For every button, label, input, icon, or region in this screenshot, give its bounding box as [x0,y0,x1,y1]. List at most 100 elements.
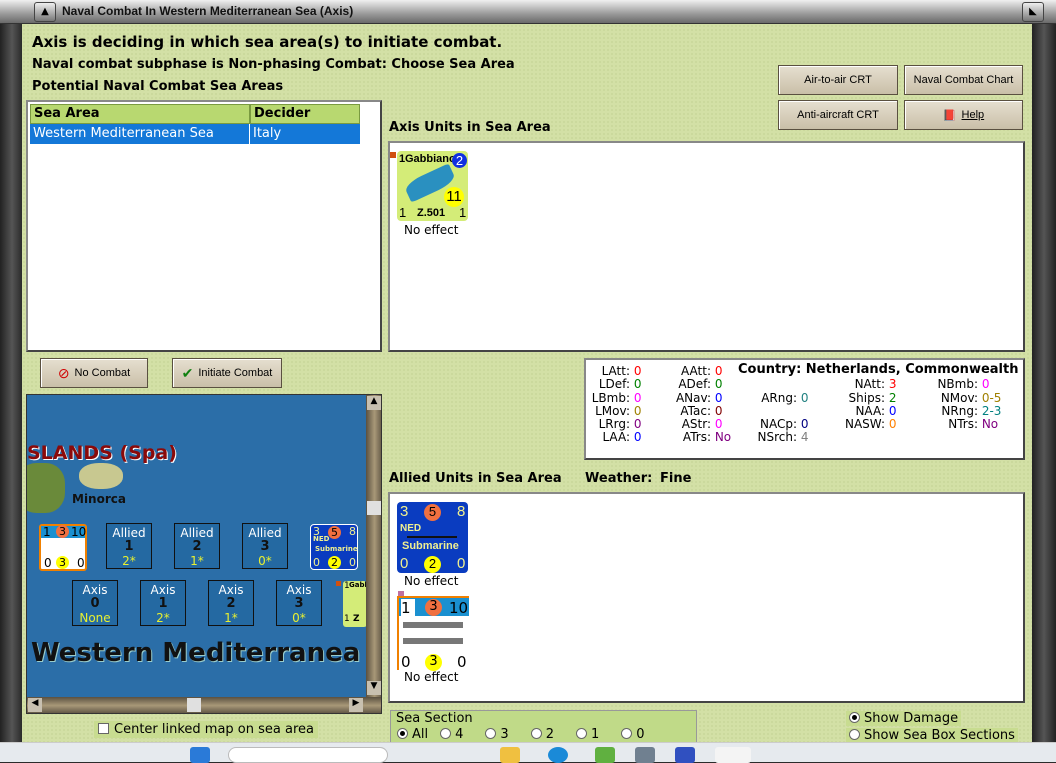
stat-nrng: NRng: 2-3 [918,404,1001,418]
axis-sea-box-2[interactable]: Axis 2 1* [208,580,254,626]
potential-areas-heading: Potential Naval Combat Sea Areas [32,79,284,94]
radio-label: 3 [500,727,509,742]
stat-latt: LAtt: 0 [570,364,642,378]
air-to-air-crt-button[interactable]: Air-to-air CRT [778,65,898,95]
search-box[interactable] [228,747,388,763]
map-counter-plane[interactable]: 1 Gabb 1 Z [343,581,367,627]
box-side: Allied [112,526,146,540]
scroll-right-arrow-icon[interactable]: ▶ [349,698,363,712]
stat-label: NMov: [940,391,978,405]
show-damage-radio[interactable]: Show Damage [846,711,962,726]
naval-combat-chart-button[interactable]: Naval Combat Chart [904,65,1023,95]
country-label: Country: Netherlands, Commonwealth [738,362,1019,377]
unit-type: Z.501 [417,207,446,219]
calculator-icon[interactable] [635,747,655,763]
map-region-label: SLANDS (Spa) [27,442,177,464]
axis-sea-box-0[interactable]: Axis 0 None [72,580,118,626]
start-icon[interactable] [190,747,210,763]
minimize-button[interactable]: ▲ [34,2,56,22]
stat-value: 0 [888,417,897,431]
map-horizontal-scrollbar[interactable]: ◀ ▶ [27,697,381,713]
column-header-decider[interactable]: Decider [250,104,360,124]
allied-sea-box-2[interactable]: Allied 2 1* [174,523,220,569]
checkbox-label: Center linked map on sea area [114,722,314,737]
stat-label: ADef: [678,377,711,391]
window-close-button[interactable]: ◣ [1022,2,1044,22]
radio-button[interactable] [397,728,408,739]
scroll-down-arrow-icon[interactable]: ▼ [367,681,381,695]
subphase-text: Naval combat subphase is Non-phasing Com… [32,57,515,72]
unit-attack: 1 [401,599,415,617]
active-app-icon[interactable] [715,747,751,763]
file-explorer-icon[interactable] [500,747,520,763]
scroll-left-arrow-icon[interactable]: ◀ [28,698,42,712]
unit-movement: 2 [424,556,441,573]
center-linked-map-checkbox[interactable]: Center linked map on sea area [94,721,318,738]
edge-icon[interactable] [548,747,568,763]
allied-sea-box-1[interactable]: Allied 1 2* [106,523,152,569]
stat-astr: AStr: 0 [651,417,723,431]
app-icon[interactable] [595,747,615,763]
initiate-combat-button[interactable]: ✔ Initiate Combat [172,358,282,388]
stat-nbmb: NBmb: 0 [918,377,989,391]
window-frame-right [1032,24,1056,742]
no-combat-button[interactable]: ⊘ No Combat [40,358,148,388]
sea-section-radio-2[interactable]: 2 [530,727,554,742]
counter-value: 1 [344,614,350,624]
sea-section-radio-all[interactable]: All [397,727,428,742]
sea-section-radio-3[interactable]: 3 [485,727,509,742]
box-number: 2 [192,539,202,554]
horizontal-scroll-thumb[interactable] [187,698,201,712]
sea-section-radio-4[interactable]: 4 [440,727,463,742]
stat-label: LAA: [602,430,630,444]
scroll-up-arrow-icon[interactable]: ▲ [367,396,381,410]
sea-section-radio-1[interactable]: 1 [575,727,599,742]
stat-label: NSrch: [757,430,797,444]
stat-value: 0 [633,377,642,391]
stat-value: 0 [633,391,642,405]
stat-value: 0 [714,417,723,431]
stat-value: 0-5 [981,391,1002,405]
weather-value: Fine [660,471,692,486]
stat-lmov: LMov: 0 [570,404,641,418]
unit-marker [390,152,396,158]
checkbox-box[interactable] [98,723,109,734]
radio-button[interactable] [621,728,633,739]
map-counter-ships[interactable]: 1 3 10 0 3 0 [39,524,87,571]
title-bar: ▲ Naval Combat In Western Mediterranean … [0,0,1056,24]
axis-sea-box-3[interactable]: Axis 3 0* [276,580,322,626]
anti-aircraft-crt-button[interactable]: Anti-aircraft CRT [778,100,898,130]
unit-range: 10 [449,599,469,617]
radio-button[interactable] [575,728,587,739]
island-shape [27,463,65,513]
axis-unit-counter-gabbiano[interactable]: 1 Gabbiano 2 11 1 Z.501 1 [397,151,468,221]
stat-ships: Ships: 2 [825,391,897,405]
no-entry-icon: ⊘ [57,364,70,381]
radio-button[interactable] [440,728,452,739]
map-counter-submarine[interactable]: 3 5 8 NED Submarine 0 2 0 [310,524,358,570]
stat-adef: ADef: 0 [651,377,722,391]
stat-label: Ships: [848,391,885,405]
counter-value: 0 [44,556,52,570]
allied-unit-counter-ships[interactable]: 1 3 10 0 3 0 [397,596,469,671]
sea-section-radio-0[interactable]: 0 [621,727,645,742]
vertical-scroll-thumb[interactable] [367,501,381,515]
allied-unit-counter-submarine[interactable]: 3 5 8 NED Submarine 0 2 0 [397,502,468,573]
counter-type: Submarine [315,545,358,553]
stat-lrrg: LRrg: 0 [570,417,642,431]
sea-area-map[interactable]: SLANDS (Spa) Minorca 1 3 10 0 3 0 Allied… [26,394,382,714]
radio-button[interactable] [485,728,497,739]
app-icon[interactable] [675,747,695,763]
show-sea-box-sections-radio[interactable]: Show Sea Box Sections [846,728,1018,743]
radio-button[interactable] [849,712,860,723]
stat-value: 0 [981,377,990,391]
allied-sea-box-3[interactable]: Allied 3 0* [242,523,288,569]
unit-movement: 3 [425,654,442,671]
column-header-sea-area[interactable]: Sea Area [30,104,250,124]
ship-icon [403,638,463,644]
radio-button[interactable] [530,728,542,739]
axis-sea-box-1[interactable]: Axis 1 2* [140,580,186,626]
help-button[interactable]: 📕 Help [904,100,1023,130]
map-vertical-scrollbar[interactable]: ▲ ▼ [366,395,381,697]
radio-button[interactable] [849,729,860,740]
